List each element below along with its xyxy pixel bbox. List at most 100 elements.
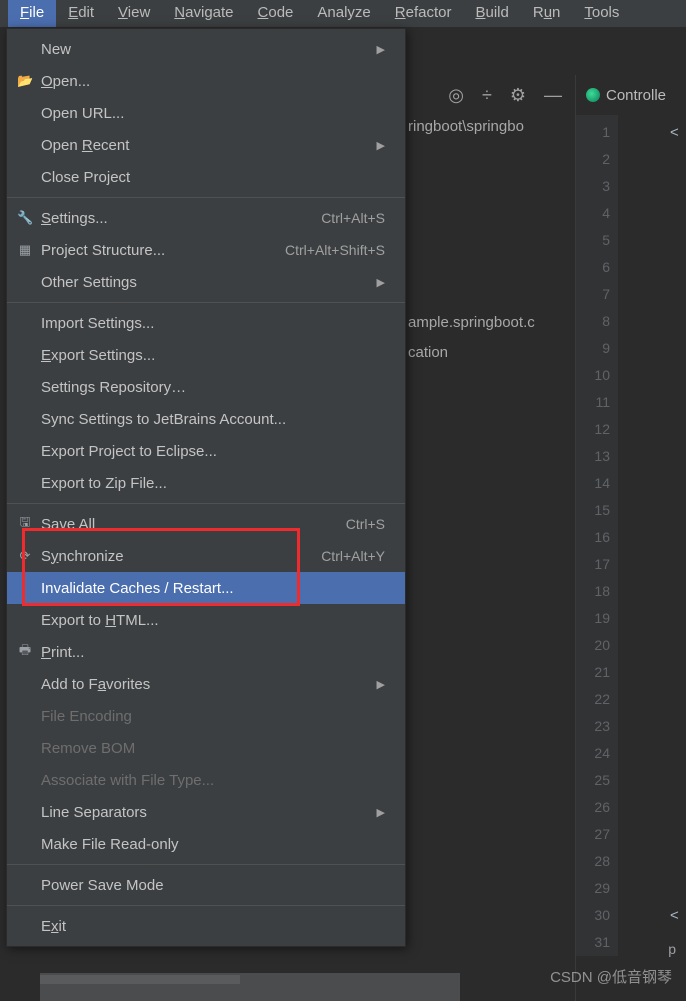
separator [7,864,405,865]
menu-add-favorites[interactable]: Add to Favorites▶ [7,668,405,700]
target-icon[interactable]: ◎ [448,85,464,106]
menu-remove-bom: Remove BOM [7,732,405,764]
menu-code[interactable]: Code [246,0,306,27]
menu-exit[interactable]: Exit [7,910,405,942]
menu-new[interactable]: New▶ [7,33,405,65]
watermark: CSDN @低音钢琴 [550,966,672,987]
separator [7,197,405,198]
menu-tools[interactable]: Tools [572,0,631,27]
menu-associate-filetype: Associate with File Type... [7,764,405,796]
line-number[interactable]: 20 [576,632,610,659]
menu-refactor[interactable]: Refactor [383,0,464,27]
menu-open-recent[interactable]: Open Recent▶ [7,129,405,161]
line-number[interactable]: 4 [576,200,610,227]
line-number[interactable]: 27 [576,821,610,848]
menubar: File Edit View Navigate Code Analyze Ref… [0,0,686,28]
menu-open-url[interactable]: Open URL... [7,97,405,129]
divider-icon: ÷ [482,85,492,106]
menu-edit[interactable]: Edit [56,0,106,27]
line-number[interactable]: 19 [576,605,610,632]
line-number[interactable]: 30 [576,902,610,929]
menu-file-encoding: File Encoding [7,700,405,732]
status-fragment: p [668,941,676,957]
menu-view[interactable]: View [106,0,162,27]
chevron-right-icon: ▶ [377,43,385,56]
menu-open[interactable]: 📂Open... [7,65,405,97]
separator [7,302,405,303]
menu-run[interactable]: Run [521,0,573,27]
menu-close-project[interactable]: Close Project [7,161,405,193]
menu-export-zip[interactable]: Export to Zip File... [7,467,405,499]
line-number[interactable]: 5 [576,227,610,254]
line-number[interactable]: 9 [576,335,610,362]
menu-sync-settings[interactable]: Sync Settings to JetBrains Account... [7,403,405,435]
code-column: < < [636,119,679,929]
menu-other-settings[interactable]: Other Settings▶ [7,266,405,298]
breadcrumb-fragment: ringboot\springbo [408,118,524,135]
folder-open-icon: 📂 [17,73,33,89]
gutter: 1 2 3 4 5 6 7 8 9 10 11 12 13 14 15 16 1… [576,115,618,956]
line-number[interactable]: 8 [576,308,610,335]
menu-synchronize[interactable]: ⟳SynchronizeCtrl+Alt+Y [7,540,405,572]
line-number[interactable]: 23 [576,713,610,740]
line-number[interactable]: 1 [576,119,610,146]
line-number[interactable]: 10 [576,362,610,389]
sync-icon: ⟳ [17,548,33,564]
line-number[interactable]: 11 [576,389,610,416]
menu-analyze[interactable]: Analyze [305,0,382,27]
line-number[interactable]: 24 [576,740,610,767]
line-number[interactable]: 16 [576,524,610,551]
chevron-right-icon: ▶ [377,806,385,819]
line-number[interactable]: 7 [576,281,610,308]
menu-settings-repo[interactable]: Settings Repository… [7,371,405,403]
chevron-right-icon: ▶ [377,276,385,289]
menu-file[interactable]: File [8,0,56,27]
editor-tab[interactable]: Controlle [575,75,686,115]
line-number[interactable]: 28 [576,848,610,875]
scrollbar[interactable] [40,975,240,984]
chevron-right-icon: ▶ [377,139,385,152]
line-number[interactable]: 21 [576,659,610,686]
line-number[interactable]: 29 [576,875,610,902]
menu-invalidate-caches[interactable]: Invalidate Caches / Restart... [7,572,405,604]
gear-icon[interactable]: ⚙ [510,85,526,106]
menu-settings[interactable]: 🔧Settings...Ctrl+Alt+S [7,202,405,234]
menu-export-settings[interactable]: Export Settings... [7,339,405,371]
minimize-icon[interactable]: — [544,85,562,106]
line-number[interactable]: 14 [576,470,610,497]
line-number[interactable]: 15 [576,497,610,524]
menu-save-all[interactable]: 🖫Save AllCtrl+S [7,508,405,540]
menu-export-eclipse[interactable]: Export Project to Eclipse... [7,435,405,467]
line-number[interactable]: 26 [576,794,610,821]
menu-power-save[interactable]: Power Save Mode [7,869,405,901]
line-number[interactable]: 2 [576,146,610,173]
line-number[interactable]: 31 [576,929,610,956]
tab-label: Controlle [606,87,666,104]
file-icon [586,88,600,102]
menu-import-settings[interactable]: Import Settings... [7,307,405,339]
chevron-right-icon: ▶ [377,678,385,691]
line-number[interactable]: 17 [576,551,610,578]
file-menu-dropdown: New▶ 📂Open... Open URL... Open Recent▶ C… [6,28,406,947]
menu-project-structure[interactable]: ▦Project Structure...Ctrl+Alt+Shift+S [7,234,405,266]
code-fragment: ample.springboot.c cation [408,308,535,368]
save-icon: 🖫 [17,513,33,535]
menu-readonly[interactable]: Make File Read-only [7,828,405,860]
line-number[interactable]: 6 [576,254,610,281]
line-number[interactable]: 12 [576,416,610,443]
menu-line-separators[interactable]: Line Separators▶ [7,796,405,828]
menu-build[interactable]: Build [463,0,520,27]
line-number[interactable]: 22 [576,686,610,713]
menu-print[interactable]: 🖶Print... [7,636,405,668]
toolbar-right: ◎ ÷ ⚙ — [448,75,574,115]
menu-export-html[interactable]: Export to HTML... [7,604,405,636]
separator [7,905,405,906]
menu-navigate[interactable]: Navigate [162,0,245,27]
project-structure-icon: ▦ [17,242,33,258]
separator [7,503,405,504]
line-number[interactable]: 3 [576,173,610,200]
line-number[interactable]: 13 [576,443,610,470]
line-number[interactable]: 25 [576,767,610,794]
wrench-icon: 🔧 [17,210,33,226]
line-number[interactable]: 18 [576,578,610,605]
